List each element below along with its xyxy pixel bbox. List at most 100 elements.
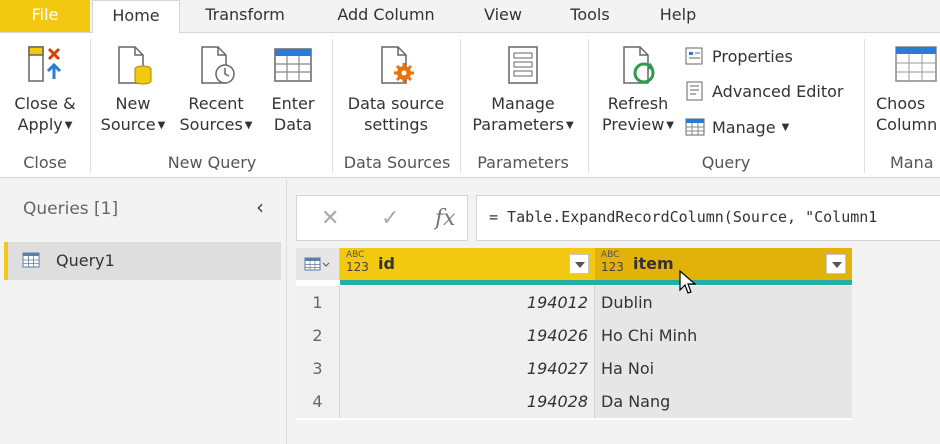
chevron-down-icon: ▼ bbox=[666, 120, 674, 131]
data-preview-grid: ABC 123 id ABC 123 item 1 194012 Dublin … bbox=[296, 248, 852, 420]
table-menu-icon bbox=[304, 257, 330, 271]
fx-icon[interactable]: fx bbox=[435, 206, 456, 231]
enter-data-button[interactable]: Enter Data bbox=[264, 43, 322, 135]
choose-columns-button[interactable]: Choos Column bbox=[872, 43, 940, 135]
manage-table-icon bbox=[685, 118, 705, 136]
ribbon-separator bbox=[588, 39, 589, 173]
cell-id[interactable]: 194012 bbox=[340, 286, 595, 319]
commit-icon[interactable]: ✓ bbox=[381, 206, 399, 231]
refresh-preview-label-2: Preview ▼ bbox=[602, 115, 674, 134]
table-row: 2 194026 Ho Chi Minh bbox=[296, 319, 852, 352]
new-source-label-2: Source ▼ bbox=[100, 115, 166, 134]
choose-columns-label-1: Choos bbox=[876, 94, 926, 113]
advanced-editor-label: Advanced Editor bbox=[712, 81, 844, 101]
column-header-item[interactable]: ABC 123 item bbox=[595, 248, 852, 280]
row-number[interactable]: 2 bbox=[296, 319, 340, 352]
ribbon-separator bbox=[90, 39, 91, 173]
group-label-data-sources: Data Sources bbox=[343, 153, 451, 172]
enter-data-label-1: Enter bbox=[271, 94, 315, 113]
cell-item[interactable]: Ha Noi bbox=[595, 352, 852, 385]
filter-dropdown-button[interactable] bbox=[826, 254, 846, 274]
refresh-preview-button[interactable]: Refresh Preview ▼ bbox=[596, 43, 680, 136]
properties-icon bbox=[685, 47, 703, 65]
table-menu-button[interactable] bbox=[296, 248, 340, 280]
ribbon-separator bbox=[332, 39, 333, 173]
manage-parameters-label-2: Parameters ▼ bbox=[472, 115, 574, 134]
cell-id[interactable]: 194026 bbox=[340, 319, 595, 352]
group-label-new-query: New Query bbox=[167, 153, 257, 172]
cell-id[interactable]: 194028 bbox=[340, 385, 595, 418]
tab-home[interactable]: Home bbox=[92, 0, 180, 33]
column-name: item bbox=[633, 254, 674, 273]
cancel-icon[interactable]: ✕ bbox=[321, 206, 339, 231]
ribbon: Close & Apply ▼ Close New Source ▼ Recent … bbox=[0, 32, 940, 178]
group-label-close: Close bbox=[23, 153, 67, 172]
row-number[interactable]: 3 bbox=[296, 352, 340, 385]
ribbon-tab-bar: File Home Transform Add Column View Tool… bbox=[0, 0, 940, 33]
data-source-settings-label-1: Data source bbox=[347, 94, 445, 113]
advanced-editor-icon bbox=[686, 81, 703, 101]
data-source-settings-icon bbox=[381, 46, 414, 84]
data-source-settings-button[interactable]: Data source settings bbox=[340, 43, 452, 135]
chevron-down-icon: ▼ bbox=[64, 120, 73, 131]
cell-id[interactable]: 194027 bbox=[340, 352, 595, 385]
properties-button[interactable]: Properties bbox=[684, 45, 793, 67]
ribbon-separator bbox=[460, 39, 461, 173]
cell-item[interactable]: Da Nang bbox=[595, 385, 852, 418]
manage-button[interactable]: Manage ▼ bbox=[684, 116, 789, 138]
group-label-query: Query bbox=[701, 153, 751, 172]
row-number[interactable]: 4 bbox=[296, 385, 340, 418]
tab-file[interactable]: File bbox=[0, 0, 90, 32]
new-source-button[interactable]: New Source ▼ bbox=[98, 43, 168, 136]
manage-label: Manage bbox=[712, 117, 776, 137]
cell-item[interactable]: Dublin bbox=[595, 286, 852, 319]
cell-item[interactable]: Ho Chi Minh bbox=[595, 319, 852, 352]
type-any-icon: ABC 123 bbox=[346, 250, 369, 274]
query-item-label: Query1 bbox=[56, 251, 115, 270]
chevron-down-icon: ▼ bbox=[157, 120, 166, 131]
advanced-editor-button[interactable]: Advanced Editor bbox=[684, 80, 843, 102]
chevron-down-icon: ▼ bbox=[781, 121, 790, 133]
tab-transform[interactable]: Transform bbox=[190, 0, 300, 32]
recent-sources-label-2: Sources ▼ bbox=[179, 115, 253, 134]
ribbon-separator bbox=[864, 39, 865, 173]
filter-dropdown-button[interactable] bbox=[569, 254, 589, 274]
formula-input[interactable]: = Table.ExpandRecordColumn(Source, "Colu… bbox=[476, 195, 940, 241]
recent-sources-icon bbox=[201, 46, 235, 84]
collapse-pane-icon[interactable]: ‹ bbox=[256, 195, 264, 219]
close-apply-icon bbox=[28, 46, 62, 82]
recent-sources-label-1: Recent bbox=[188, 94, 244, 113]
queries-pane: Queries [1] ‹ Query1 bbox=[0, 179, 287, 444]
tab-add-column[interactable]: Add Column bbox=[322, 0, 450, 32]
table-row: 4 194028 Da Nang bbox=[296, 385, 852, 418]
chevron-down-icon: ▼ bbox=[565, 120, 574, 131]
manage-parameters-button[interactable]: Manage Parameters ▼ bbox=[468, 43, 578, 136]
choose-columns-icon bbox=[895, 46, 937, 82]
query-list-item[interactable]: Query1 bbox=[4, 242, 281, 280]
table-row: 3 194027 Ha Noi bbox=[296, 352, 852, 385]
close-apply-label-2: Apply ▼ bbox=[17, 115, 73, 134]
tab-help[interactable]: Help bbox=[645, 0, 711, 32]
type-any-icon: ABC 123 bbox=[601, 250, 624, 274]
manage-parameters-label-1: Manage bbox=[491, 94, 555, 113]
queries-pane-title: Queries [1] bbox=[23, 199, 119, 219]
properties-label: Properties bbox=[712, 46, 793, 66]
column-header-id[interactable]: ABC 123 id bbox=[340, 248, 595, 280]
group-label-parameters: Parameters bbox=[477, 153, 569, 172]
table-icon bbox=[22, 252, 40, 268]
mouse-cursor-icon bbox=[679, 270, 697, 294]
table-row: 1 194012 Dublin bbox=[296, 286, 852, 319]
close-apply-label-1: Close & bbox=[14, 94, 76, 113]
tab-tools[interactable]: Tools bbox=[555, 0, 625, 32]
close-apply-button[interactable]: Close & Apply ▼ bbox=[6, 43, 84, 136]
column-quality-bar bbox=[340, 280, 852, 285]
refresh-preview-label-1: Refresh bbox=[607, 94, 669, 113]
tab-view[interactable]: View bbox=[470, 0, 536, 32]
refresh-icon bbox=[623, 46, 655, 84]
parameters-icon bbox=[508, 46, 538, 84]
table-icon bbox=[274, 48, 312, 82]
row-number[interactable]: 1 bbox=[296, 286, 340, 319]
recent-sources-button[interactable]: Recent Sources ▼ bbox=[176, 43, 256, 136]
new-source-icon bbox=[118, 46, 152, 85]
column-name: id bbox=[378, 254, 395, 273]
